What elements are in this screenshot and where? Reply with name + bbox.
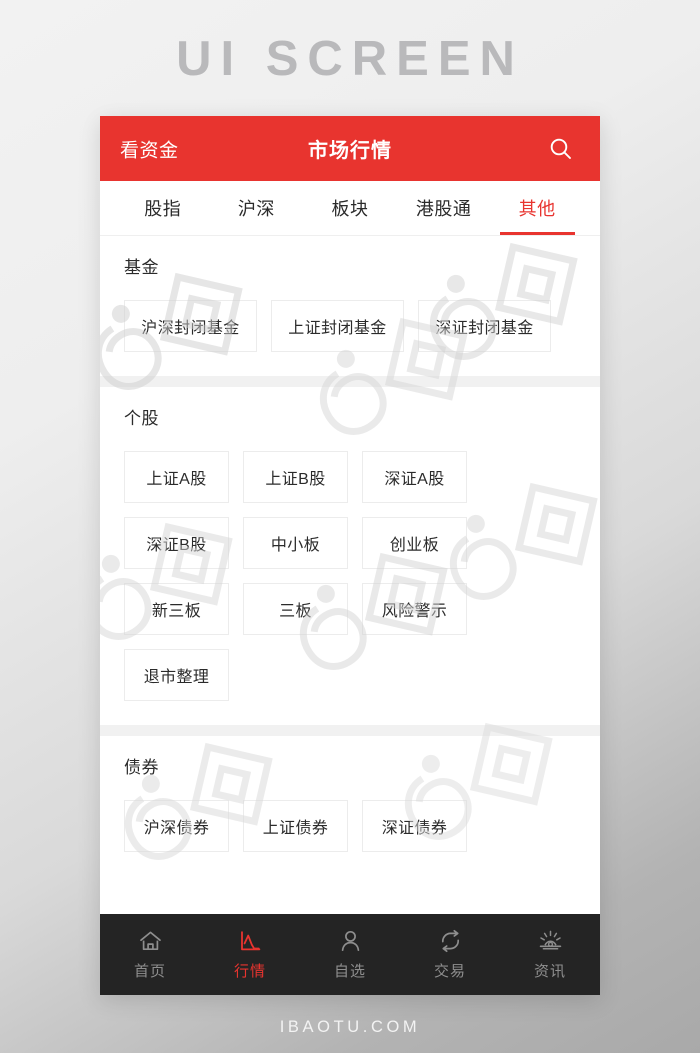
- app-header: 看资金 市场行情: [100, 116, 600, 181]
- chip-tuishi-zhengli[interactable]: 退市整理: [124, 649, 229, 701]
- chip-xinsanban[interactable]: 新三板: [124, 583, 229, 635]
- tab-ganggutong[interactable]: 港股通: [397, 181, 491, 235]
- nav-item-home[interactable]: 首页: [100, 928, 200, 981]
- category-tabs[interactable]: 股指 沪深 板块 港股通 其他: [100, 181, 600, 236]
- section-divider-1: [100, 376, 600, 387]
- chip-chuangyeban[interactable]: 创业板: [362, 517, 467, 569]
- chip-grid-fund: 沪深封闭基金 上证封闭基金 深证封闭基金: [124, 282, 576, 376]
- chip-shangzheng-a[interactable]: 上证A股: [124, 451, 229, 503]
- nav-label-watchlist: 自选: [333, 963, 366, 980]
- poster-title: UI SCREEN: [176, 32, 524, 86]
- search-icon[interactable]: [545, 133, 577, 165]
- news-eye-icon: [537, 928, 564, 953]
- chip-shangzheng-zhaiquan[interactable]: 上证债券: [243, 800, 348, 852]
- nav-item-trade[interactable]: 交易: [400, 928, 500, 981]
- poster-footer-watermark: IBAOTU.COM: [279, 1018, 421, 1036]
- nav-label-market: 行情: [233, 963, 266, 980]
- section-title-stock: 个股: [124, 409, 159, 428]
- chip-zhongxiaoban[interactable]: 中小板: [243, 517, 348, 569]
- section-fund: 基金 沪深封闭基金 上证封闭基金 深证封闭基金: [100, 236, 600, 376]
- chip-shangzheng-fengbi-jijin[interactable]: 上证封闭基金: [271, 300, 404, 352]
- nav-label-home: 首页: [133, 963, 166, 980]
- chip-shangzheng-b[interactable]: 上证B股: [243, 451, 348, 503]
- nav-item-market[interactable]: 行情: [200, 928, 300, 981]
- chip-shenzheng-fengbi-jijin[interactable]: 深证封闭基金: [418, 300, 551, 352]
- refresh-icon: [438, 928, 463, 953]
- bottom-navigation[interactable]: 首页 行情 自选 交易 资讯: [100, 914, 600, 995]
- section-stock: 个股 上证A股 上证B股 深证A股 深证B股 中小板 创业板 新三板 三板 风险…: [100, 387, 600, 725]
- tab-bankuai[interactable]: 板块: [303, 181, 397, 235]
- phone-frame: 看资金 市场行情 股指 沪深 板块 港股通 其他 基金 沪深封闭基金 上证封闭基…: [100, 116, 600, 995]
- chip-grid-bond: 沪深债券 上证债券 深证债券: [124, 782, 576, 876]
- nav-item-news[interactable]: 资讯: [500, 928, 600, 981]
- chip-shenzheng-b[interactable]: 深证B股: [124, 517, 229, 569]
- home-icon: [138, 928, 163, 953]
- chip-hushen-fengbi-jijin[interactable]: 沪深封闭基金: [124, 300, 257, 352]
- section-title-bond: 债券: [124, 758, 159, 777]
- nav-label-trade: 交易: [433, 963, 466, 980]
- chip-fengxian-jingshi[interactable]: 风险警示: [362, 583, 467, 635]
- content-scroll[interactable]: 基金 沪深封闭基金 上证封闭基金 深证封闭基金 个股 上证A股 上证B股 深证A…: [100, 236, 600, 876]
- section-bond: 债券 沪深债券 上证债券 深证债券: [100, 736, 600, 876]
- chart-icon: [238, 928, 263, 953]
- person-icon: [338, 928, 363, 953]
- tab-guzhi[interactable]: 股指: [116, 181, 210, 235]
- chip-sanban[interactable]: 三板: [243, 583, 348, 635]
- tab-hushen[interactable]: 沪深: [210, 181, 304, 235]
- nav-item-watchlist[interactable]: 自选: [300, 928, 400, 981]
- chip-hushen-zhaiquan[interactable]: 沪深债券: [124, 800, 229, 852]
- chip-shenzheng-zhaiquan[interactable]: 深证债券: [362, 800, 467, 852]
- section-divider-2: [100, 725, 600, 736]
- chip-shenzheng-a[interactable]: 深证A股: [362, 451, 467, 503]
- section-title-fund: 基金: [124, 258, 159, 277]
- tab-qita[interactable]: 其他: [490, 181, 584, 235]
- chip-grid-stock: 上证A股 上证B股 深证A股 深证B股 中小板 创业板 新三板 三板 风险警示 …: [124, 433, 576, 725]
- nav-label-news: 资讯: [533, 963, 566, 980]
- header-left-action[interactable]: 看资金: [120, 135, 179, 162]
